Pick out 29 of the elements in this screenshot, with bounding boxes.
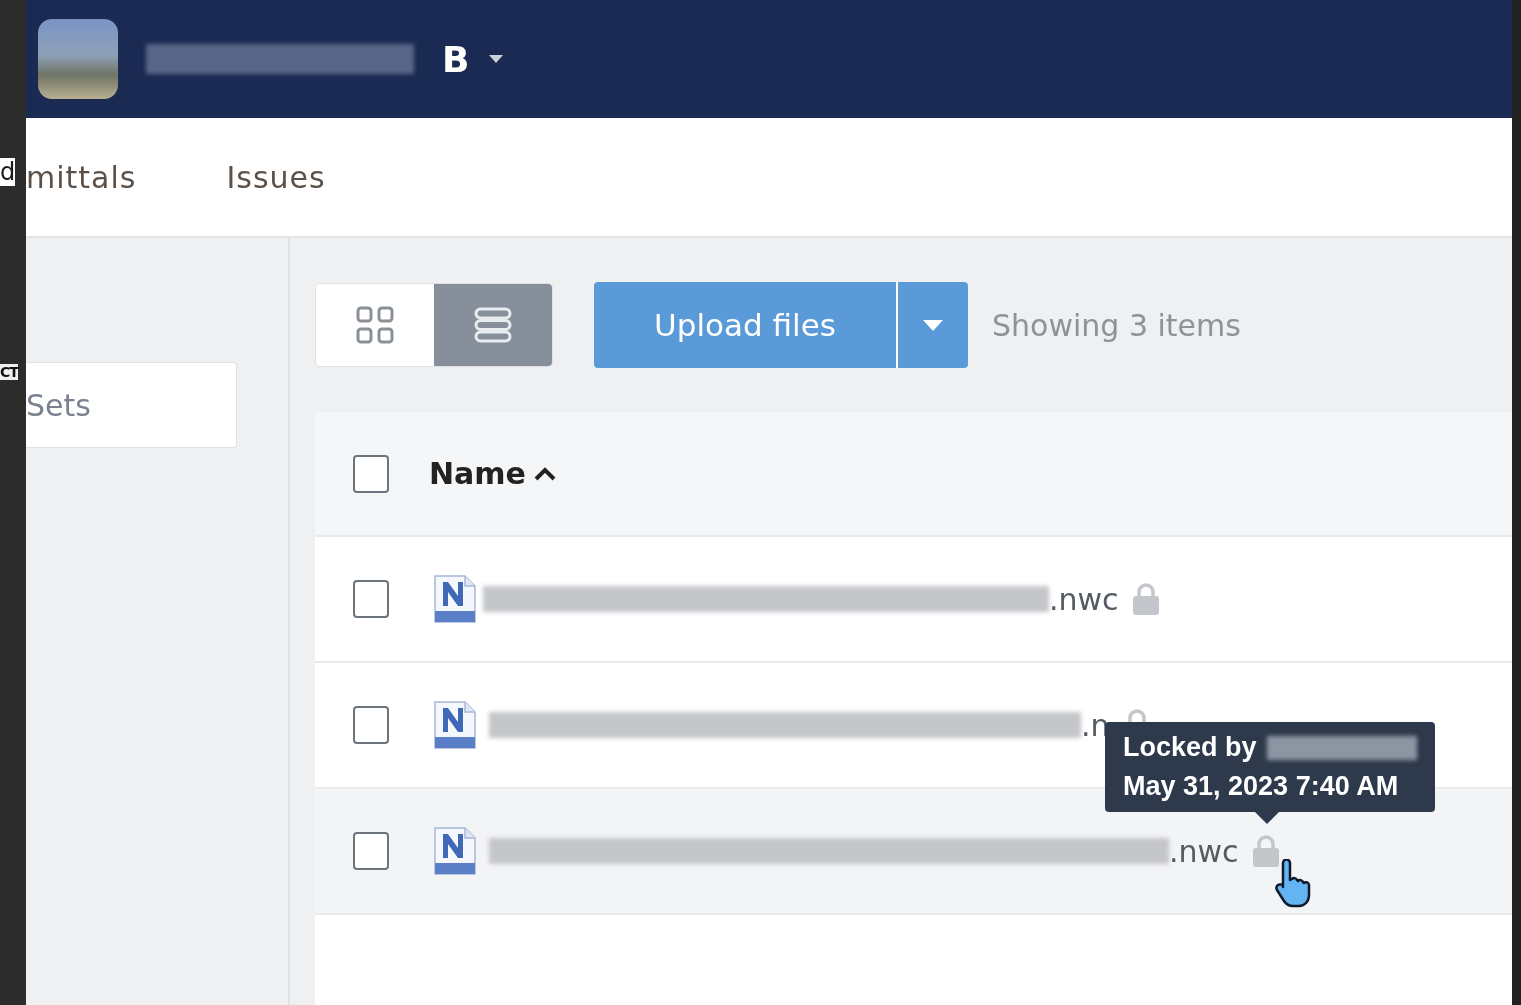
document-icon <box>433 575 477 623</box>
select-all-checkbox[interactable] <box>353 454 389 493</box>
item-count: Showing 3 items <box>992 307 1241 343</box>
grid-icon <box>356 306 394 344</box>
tooltip-text: Locked by <box>1123 731 1257 764</box>
sort-up-icon[interactable] <box>533 466 556 481</box>
logo[interactable]: B <box>442 38 470 80</box>
caret-icon[interactable] <box>489 55 504 63</box>
folder-field[interactable]: Sets <box>26 362 237 448</box>
hand-pointer-icon <box>1273 859 1311 909</box>
table-row[interactable]: .nwc <box>315 537 1512 663</box>
list-view-button[interactable] <box>434 284 552 366</box>
file-extension[interactable]: .nwc <box>1169 833 1239 869</box>
tab[interactable]: mittals <box>26 159 137 195</box>
document-icon <box>433 827 477 875</box>
file-extension[interactable]: .nwc <box>1049 581 1119 617</box>
window-text: d <box>0 158 16 186</box>
document-icon <box>433 701 477 749</box>
list-icon <box>474 307 512 343</box>
name-column-header[interactable]: Name <box>429 456 556 491</box>
upload-dropdown-button[interactable] <box>896 282 968 368</box>
caret-icon <box>923 319 943 331</box>
window-text: CT <box>0 364 18 380</box>
row-checkbox[interactable] <box>353 832 389 870</box>
project-photo-placeholder[interactable] <box>38 19 118 99</box>
grid-view-button[interactable] <box>316 284 434 366</box>
row-checkbox[interactable] <box>353 580 389 618</box>
row-checkbox[interactable] <box>353 706 389 744</box>
tab[interactable]: Issues <box>226 159 326 195</box>
